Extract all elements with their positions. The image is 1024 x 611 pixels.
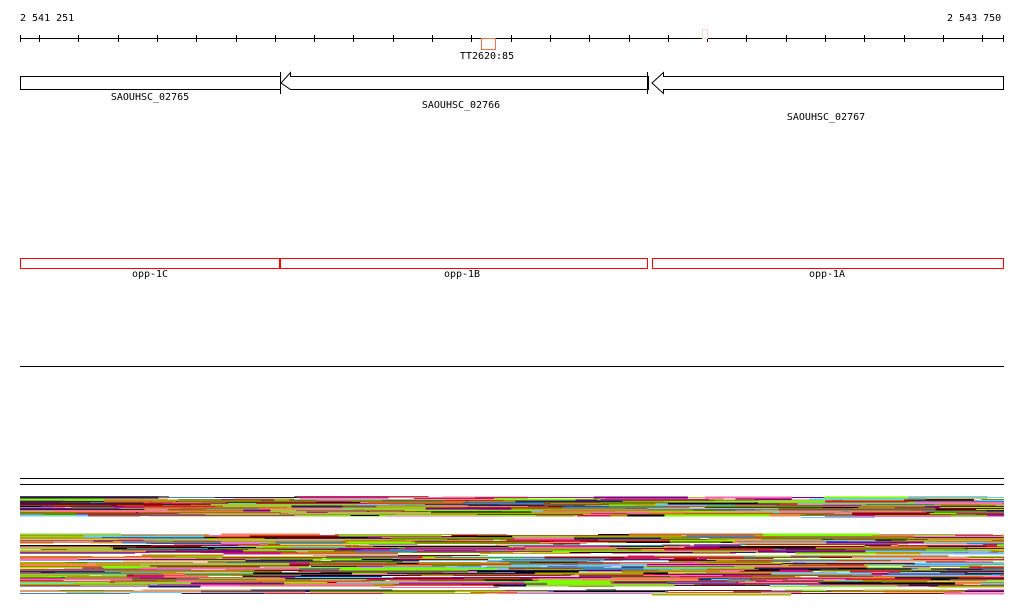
gene-label: SAOUHSC_02766 [421,100,501,111]
genome-browser: 2 541 251 2 543 750 TT2620:85 SAOUHSC_02… [0,0,1024,611]
feature-opp-1A[interactable] [652,258,1004,269]
feature-label: opp-1A [808,269,846,280]
gene-label: SAOUHSC_02765 [110,92,190,103]
feature-opp-1C[interactable] [20,258,280,269]
feature-label: opp-1C [131,269,169,280]
ruler-axis [20,35,1004,42]
gene-SAOUHSC_02765[interactable] [20,76,281,90]
feature-opp-1B[interactable] [280,258,648,269]
marker-tt2620-85[interactable] [481,38,496,50]
marker-label: TT2620:85 [459,51,515,62]
reads-track [20,496,1004,596]
gene-SAOUHSC_02767[interactable] [651,71,1004,95]
gene-label: SAOUHSC_02767 [786,112,866,123]
gene-SAOUHSC_02766[interactable] [280,71,649,90]
marker-faint[interactable] [702,29,708,39]
feature-label: opp-1B [443,269,481,280]
